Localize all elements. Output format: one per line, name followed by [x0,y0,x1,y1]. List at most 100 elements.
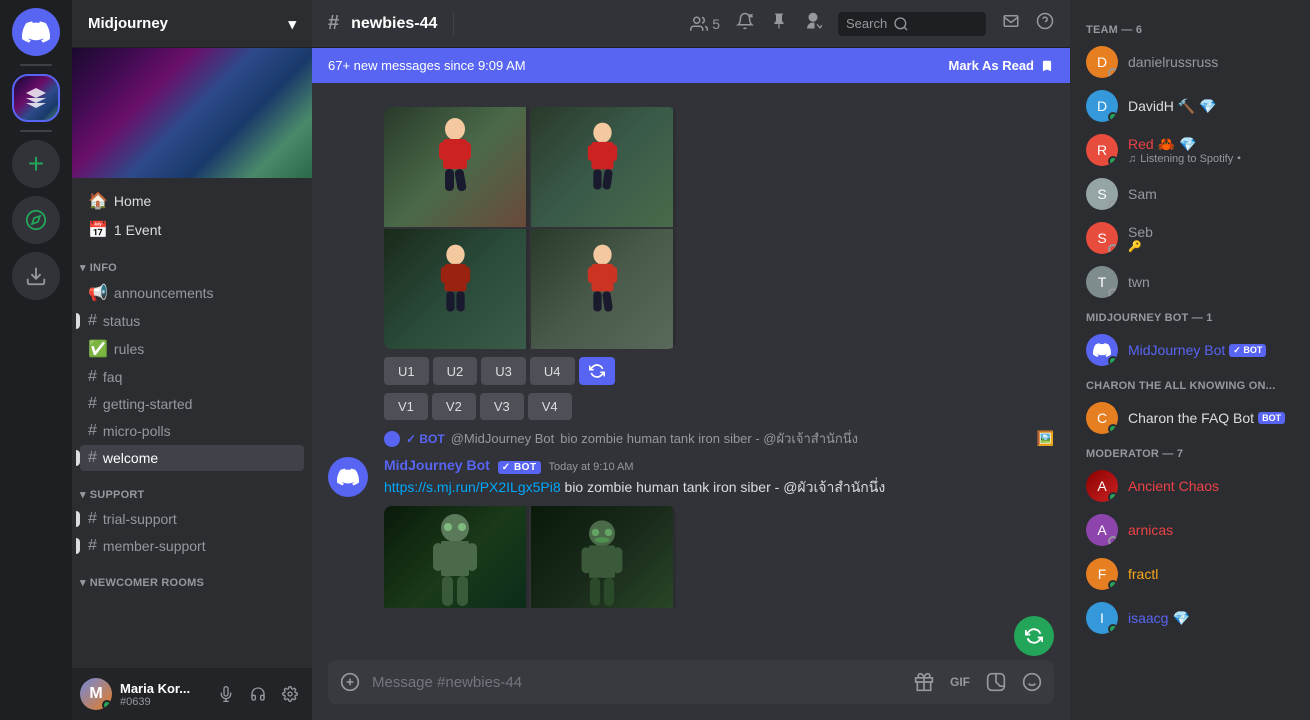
member-avatar-sam: S [1086,178,1118,210]
server-header[interactable]: Midjourney ▾ [72,0,312,48]
chat-messages: U1 U2 U3 U4 V1 V2 V3 V4 ✓ BOT @MidJourne… [312,83,1070,608]
member-midjourneybot[interactable]: MidJourney Bot ✓ BOT [1078,328,1302,372]
sidebar-item-home[interactable]: 🏠 Home [80,187,304,215]
member-avatar-red: R [1086,134,1118,166]
message-header: MidJourney Bot ✓ BOT Today at 9:10 AM [384,457,1054,474]
channel-name-header: newbies-44 [351,15,437,33]
category-newcomer[interactable]: ▾ NEWCOMER ROOMS [72,560,312,593]
member-danielrussruss[interactable]: D danielrussruss [1078,40,1302,84]
member-info-mjbot: MidJourney Bot ✓ BOT [1128,342,1266,358]
add-attachment-button[interactable] [336,668,364,696]
mark-as-read-button[interactable]: Mark As Read [949,58,1055,73]
member-davidh[interactable]: D DavidH 🔨 💎 [1078,84,1302,128]
pin-icon[interactable] [770,12,788,35]
refresh-button[interactable] [579,357,615,385]
member-red[interactable]: R Red 🦀 💎 ♫ Listening to Spotify ▪ [1078,128,1302,172]
action-buttons-v: V1 V2 V3 V4 [384,393,1054,420]
trial-support-label: trial-support [103,511,177,527]
help-icon[interactable] [1036,12,1054,35]
download-apps-button[interactable] [12,252,60,300]
message-input[interactable] [372,663,902,702]
member-avatar-isaacg: I [1086,602,1118,634]
channel-hash-icon: # [328,12,339,35]
v1-button[interactable]: V1 [384,393,428,420]
u3-button[interactable]: U3 [481,357,526,385]
member-seb[interactable]: S Seb 🔑 [1078,216,1302,260]
sidebar-item-announcements[interactable]: 📢 announcements [80,279,304,307]
notification-icon[interactable] [736,12,754,35]
sidebar-item-faq[interactable]: # faq [80,364,304,390]
new-messages-banner[interactable]: 67+ new messages since 9:09 AM Mark As R… [312,48,1070,83]
search-box[interactable]: Search [838,12,986,36]
member-avatar-mjbot [1086,334,1118,366]
event-icon: 📅 [88,220,108,240]
member-ancient-chaos[interactable]: A Ancient Chaos [1078,464,1302,508]
user-panel: M Maria Kor... #0639 [72,668,312,720]
u1-button[interactable]: U1 [384,357,429,385]
v4-button[interactable]: V4 [528,393,572,420]
sidebar-item-welcome[interactable]: # welcome [80,445,304,471]
headphone-button[interactable] [244,680,272,708]
member-info-sam: Sam [1128,186,1157,202]
sidebar-item-event[interactable]: 📅 1 Event [80,216,304,244]
sidebar-item-micro-polls[interactable]: # micro-polls [80,418,304,444]
member-sam[interactable]: S Sam [1078,172,1302,216]
members-list-icon[interactable] [804,12,822,35]
v2-button[interactable]: V2 [432,393,476,420]
image-attachment-icon[interactable]: 🖼️ [1037,430,1054,447]
nitro-gift-button[interactable] [910,668,938,696]
u4-button[interactable]: U4 [530,357,575,385]
discover-servers-button[interactable] [12,196,60,244]
v3-button[interactable]: V3 [480,393,524,420]
home-icon: 🏠 [88,191,108,211]
typing-indicator-button[interactable] [1014,616,1054,656]
fractl-status [1108,580,1118,590]
category-info[interactable]: ▾ INFO [72,245,312,278]
sidebar-item-getting-started[interactable]: # getting-started [80,391,304,417]
member-twn[interactable]: T twn [1078,260,1302,304]
trial-bullet [76,511,80,527]
message-link[interactable]: https://s.mj.run/PX2ILgx5Pi8 [384,479,561,495]
settings-button[interactable] [276,680,304,708]
member-support-label: member-support [103,538,206,554]
mention-content-preview: bio zombie human tank iron siber - @ผัวเ… [560,428,858,449]
spotify-icon: ♫ [1128,153,1136,165]
support-collapse-icon: ▾ [80,488,86,501]
server-divider [20,64,52,66]
member-name-sam: Sam [1128,186,1157,202]
charon-status [1108,424,1118,434]
sidebar-item-member-support[interactable]: # member-support [80,533,304,559]
emoji-button[interactable] [1018,668,1046,696]
member-count-icon[interactable]: 5 [690,15,720,33]
isaacg-gem-badge: 💎 [1172,610,1189,627]
discord-home-button[interactable] [12,8,60,56]
member-support-bullet [76,538,80,554]
microphone-button[interactable] [212,680,240,708]
action-buttons-u: U1 U2 U3 U4 [384,357,1054,385]
chat-header: # newbies-44 5 Search [312,0,1070,48]
main-content: # newbies-44 5 Search [312,0,1070,720]
member-isaacg[interactable]: I isaacg 💎 [1078,596,1302,640]
inbox-icon[interactable] [1002,12,1020,35]
member-charonfaqbot[interactable]: C Charon the FAQ Bot BOT [1078,396,1302,440]
faq-label: faq [103,369,122,385]
member-arnicas[interactable]: A arnicas [1078,508,1302,552]
gif-button[interactable]: GIF [946,671,974,693]
midjourney-server-icon[interactable] [12,74,60,122]
team-category: TEAM — 6 [1078,16,1302,40]
red-name-row: Red 🦀 💎 [1128,136,1241,153]
add-server-button[interactable]: + [12,140,60,188]
welcome-label: welcome [103,450,158,466]
member-fractl[interactable]: F fractl [1078,552,1302,596]
category-support[interactable]: ▾ SUPPORT [72,472,312,505]
sticker-button[interactable] [982,668,1010,696]
member-avatar-seb: S [1086,222,1118,254]
isaacg-name-row: isaacg 💎 [1128,610,1190,627]
u2-button[interactable]: U2 [433,357,478,385]
online-dot-red [1108,156,1118,166]
sidebar-item-rules[interactable]: ✅ rules [80,335,304,363]
davidh-name-row: DavidH 🔨 💎 [1128,98,1217,115]
member-avatar-arnicas: A [1086,514,1118,546]
sidebar-item-status[interactable]: # status [80,308,304,334]
sidebar-item-trial-support[interactable]: # trial-support [80,506,304,532]
